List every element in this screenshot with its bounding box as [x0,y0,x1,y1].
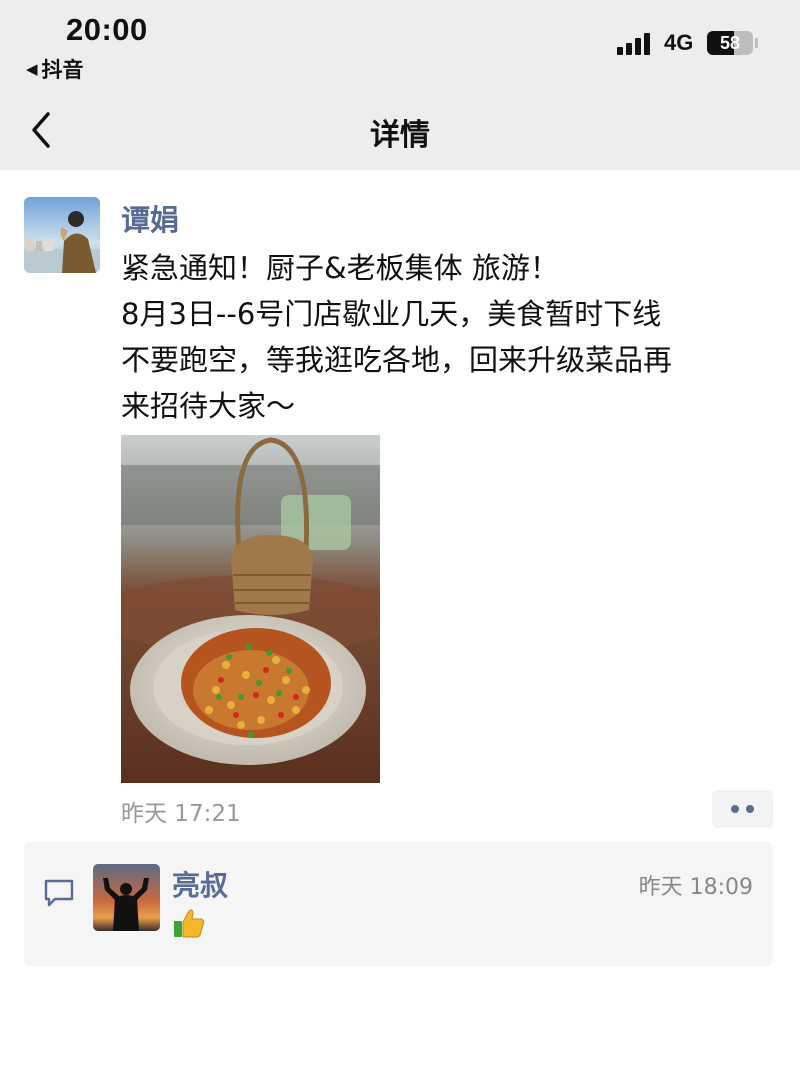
avatar-image [24,197,100,273]
battery-percent: 58 [719,33,741,53]
post-author-name[interactable]: 谭娟 [121,197,179,239]
post-text-line: 来招待大家～ [121,389,296,423]
post-photo[interactable] [121,435,380,783]
food-photo-image [121,435,380,783]
comment-section: 亮叔 昨天 18:09 [24,842,773,966]
network-type: 4G [664,30,694,55]
post-content: 紧急通知！厨子&老板集体 旅游！ 8月3日--6号门店歇业几天，美食暂时下线 不… [121,245,781,429]
back-to-app-button[interactable]: ◀ 抖音 [26,54,84,84]
thumbs-up-icon [174,909,205,938]
comment-timestamp: 昨天 18:09 [638,875,753,900]
more-options-button[interactable] [712,790,773,828]
commenter-name[interactable]: 亮叔 [172,864,228,904]
back-app-label: 抖音 [41,58,84,82]
battery-icon: 58 [707,31,753,55]
back-arrow-icon: ◀ [26,60,38,78]
post-text-line: 8月3日--6号门店歇业几天，美食暂时下线 [121,297,662,331]
dot-icon [731,805,739,813]
signal-icon [617,33,655,55]
status-bar: 20:00 ◀ 抖音 4G 58 [0,0,800,92]
battery-cap [755,38,758,48]
page-title: 详情 [370,118,430,153]
post-text-line: 不要跑空，等我逛吃各地，回来升级菜品再 [121,343,673,377]
dot-icon [746,805,754,813]
post-text-line: 紧急通知！厨子&老板集体 旅游！ [121,251,559,285]
status-time: 20:00 [66,12,148,47]
avatar-image [93,864,160,931]
author-avatar[interactable] [24,197,100,273]
commenter-avatar[interactable] [93,864,160,931]
nav-bar: 详情 [0,92,800,170]
post-timestamp: 昨天 17:21 [121,801,241,827]
comment-icon [44,879,74,907]
